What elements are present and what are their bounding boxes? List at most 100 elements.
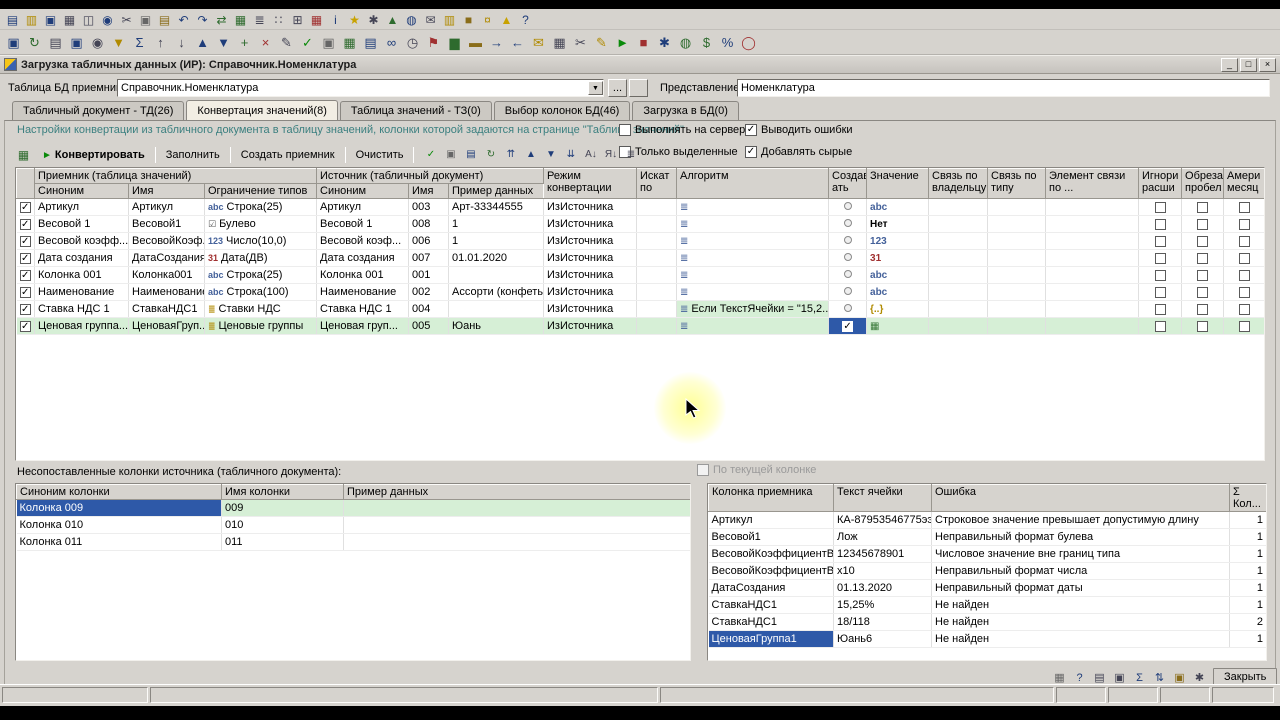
new-row-icon[interactable]: ▤ [462,147,479,164]
receiver-synonym-cell[interactable]: Артикул [34,198,129,216]
table-row[interactable]: ✓ Дата создания ДатаСоздания 31 Дата(ДВ) … [16,249,1264,267]
search-by-cell[interactable] [636,300,678,318]
receiver-name-cell[interactable]: ДатаСоздания [128,249,205,267]
american-month-checkbox[interactable]: ✓ [1238,235,1250,247]
american-month-checkbox[interactable]: ✓ [1238,286,1250,298]
element-link-cell[interactable] [1045,317,1140,335]
sort-az-icon[interactable]: А↓ [582,147,599,164]
owner-link-cell[interactable] [928,283,989,301]
move-up-icon[interactable]: ▲ [522,147,539,164]
header-cell-text[interactable]: Текст ячейки [833,484,932,512]
source-name-cell[interactable]: 008 [408,215,449,233]
error-row[interactable]: ВесовойКоэффициентВ... x10 Неправильный … [708,562,1266,580]
sample-data-cell[interactable] [448,266,545,284]
trim-checkbox[interactable]: ✓ [1197,303,1209,315]
exit-icon[interactable]: ◯ [739,33,758,52]
ignore-checkbox[interactable]: ✓ [1154,235,1166,247]
header-owner-link[interactable]: Связь по владельцу [928,168,989,199]
type-restriction-cell[interactable]: ☑ Булево [204,215,317,233]
american-month-cell[interactable]: ✓ [1223,317,1264,335]
current-column-filter-checkbox[interactable]: ✓ [697,464,709,476]
trim-checkbox[interactable]: ✓ [1197,252,1209,264]
print-icon[interactable]: ▦ [61,11,78,28]
unmapped-row[interactable]: Колонка 011 011 [16,533,690,551]
receiver-table-combo[interactable]: Справочник.Номенклатура [117,79,604,97]
trim-cell[interactable]: ✓ [1181,283,1225,301]
trim-cell[interactable]: ✓ [1181,198,1225,216]
owner-link-cell[interactable] [928,198,989,216]
header-column-synonym[interactable]: Синоним колонки [16,484,222,500]
value-cell[interactable]: Нет [866,215,930,233]
view-input[interactable]: Номенклатура [737,79,1270,97]
type-link-cell[interactable] [987,317,1047,335]
source-name-cell[interactable]: 006 [408,232,449,250]
search-by-cell[interactable] [636,215,678,233]
header-column-sample[interactable]: Пример данных [343,484,690,500]
american-month-checkbox[interactable]: ✓ [1238,269,1250,281]
show-errors-option[interactable]: ✓ Выводить ошибки [745,124,853,136]
type-link-cell[interactable] [987,232,1047,250]
scissors-icon[interactable]: ✂ [571,33,590,52]
table-row[interactable]: ✓ Весовой коэфф... ВесовойКоэф... 123 Чис… [16,232,1264,250]
type-link-cell[interactable] [987,283,1047,301]
tab[interactable]: Табличный документ - ТД(26) [12,101,185,120]
type-link-cell[interactable] [987,266,1047,284]
type-restriction-cell[interactable]: 123 Число(10,0) [204,232,317,250]
table-settings-icon[interactable]: ▦ [15,147,32,164]
create-cell[interactable]: ✓ [828,266,868,284]
element-link-cell[interactable] [1045,215,1140,233]
american-month-checkbox[interactable]: ✓ [1238,303,1250,315]
check-icon[interactable]: ✓ [298,33,317,52]
sample-data-cell[interactable]: 1 [448,215,545,233]
row-checkbox[interactable]: ✓ [19,235,31,247]
source-synonym-cell[interactable]: Весовой коэф... [316,232,409,250]
header-create[interactable]: Создав ать [828,168,868,199]
american-month-cell[interactable]: ✓ [1223,249,1264,267]
mode-cell[interactable]: ИзИсточника [543,300,638,318]
move-up-icon[interactable]: ▲ [193,33,212,52]
receiver-name-cell[interactable]: СтавкаНДС1 [128,300,205,318]
search-by-cell[interactable] [636,249,678,267]
header-receiver-synonym[interactable]: Синоним [34,183,129,199]
american-month-cell[interactable]: ✓ [1223,198,1264,216]
mode-cell[interactable]: ИзИсточника [543,266,638,284]
import-icon[interactable]: ← [508,33,527,52]
ignore-checkbox[interactable]: ✓ [1154,269,1166,281]
close-button[interactable]: × [1259,57,1276,72]
type-restriction-cell[interactable]: abc Строка(100) [204,283,317,301]
table-row[interactable]: ✓ Колонка 001 Колонка001 abc Строка(25) К… [16,266,1264,284]
create-cell[interactable]: ✓ [828,215,868,233]
row-checkbox[interactable]: ✓ [19,269,31,281]
ignore-cell[interactable]: ✓ [1138,249,1183,267]
search-by-cell[interactable] [636,283,678,301]
header-algorithm[interactable]: Алгоритм [676,168,830,199]
ignore-cell[interactable]: ✓ [1138,317,1183,335]
mail-send-icon[interactable]: ✉ [529,33,548,52]
print-fast-icon[interactable]: ▦ [550,33,569,52]
sort-asc-icon[interactable]: ↑ [151,33,170,52]
receiver-synonym-cell[interactable]: Колонка 001 [34,266,129,284]
lock-icon[interactable]: ■ [460,11,477,28]
new-document-icon[interactable]: ▤ [4,11,21,28]
ignore-cell[interactable]: ✓ [1138,232,1183,250]
mode-cell[interactable]: ИзИсточника [543,215,638,233]
receiver-name-cell[interactable]: Наименование [128,283,205,301]
row-checkbox[interactable]: ✓ [19,286,31,298]
search-by-cell[interactable] [636,198,678,216]
algorithm-cell[interactable]: ≣ [676,232,830,250]
error-row[interactable]: Артикул КА-87953546775ээ... Строковое зн… [708,511,1266,529]
receiver-synonym-cell[interactable]: Весовой 1 [34,215,129,233]
owner-link-cell[interactable] [928,215,989,233]
sort-desc-icon[interactable]: ↓ [172,33,191,52]
clock-icon[interactable]: ◷ [403,33,422,52]
run-on-server-checkbox[interactable]: ✓ [619,124,631,136]
type-link-cell[interactable] [987,249,1047,267]
flag-icon[interactable]: ⚑ [424,33,443,52]
move-down-icon[interactable]: ▼ [214,33,233,52]
save-all-icon[interactable]: ▣ [67,33,86,52]
save-icon[interactable]: ▣ [42,11,59,28]
money-icon[interactable]: $ [697,33,716,52]
list-icon[interactable]: ≣ [622,147,639,164]
header-group-source[interactable]: Источник (табличный документ) [315,168,545,184]
type-restriction-cell[interactable]: abc Строка(25) [204,198,317,216]
